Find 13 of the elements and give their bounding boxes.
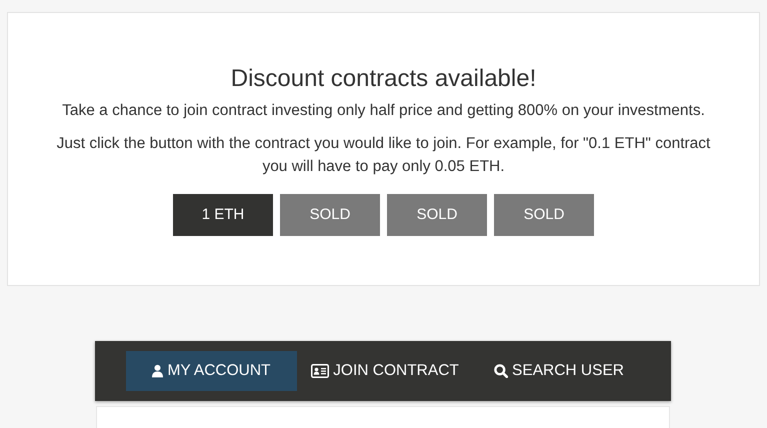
nav-tab[interactable]: SEARCH USER: [473, 351, 645, 391]
sold-button[interactable]: SOLD: [387, 194, 487, 236]
search-icon: [494, 364, 508, 378]
user-icon: [152, 364, 164, 378]
contract-button[interactable]: 1 ETH: [173, 194, 273, 236]
nav-tab[interactable]: MY ACCOUNT: [126, 351, 297, 391]
promo-text: Take a chance to join contract investing only half price and getting 800% on your investments.: [62, 101, 705, 121]
promo-title: Discount contracts available!: [230, 64, 536, 94]
promo-text: Just click the button with the contract you would like to join. For example, for "0.1 ETH" contract you will have to pay only 0.05 ETH.: [56, 134, 712, 177]
sold-button[interactable]: SOLD: [280, 194, 380, 236]
sold-button[interactable]: SOLD: [494, 194, 594, 236]
nav-tab[interactable]: JOIN CONTRACT: [297, 351, 473, 391]
id-card-icon: [311, 364, 330, 378]
